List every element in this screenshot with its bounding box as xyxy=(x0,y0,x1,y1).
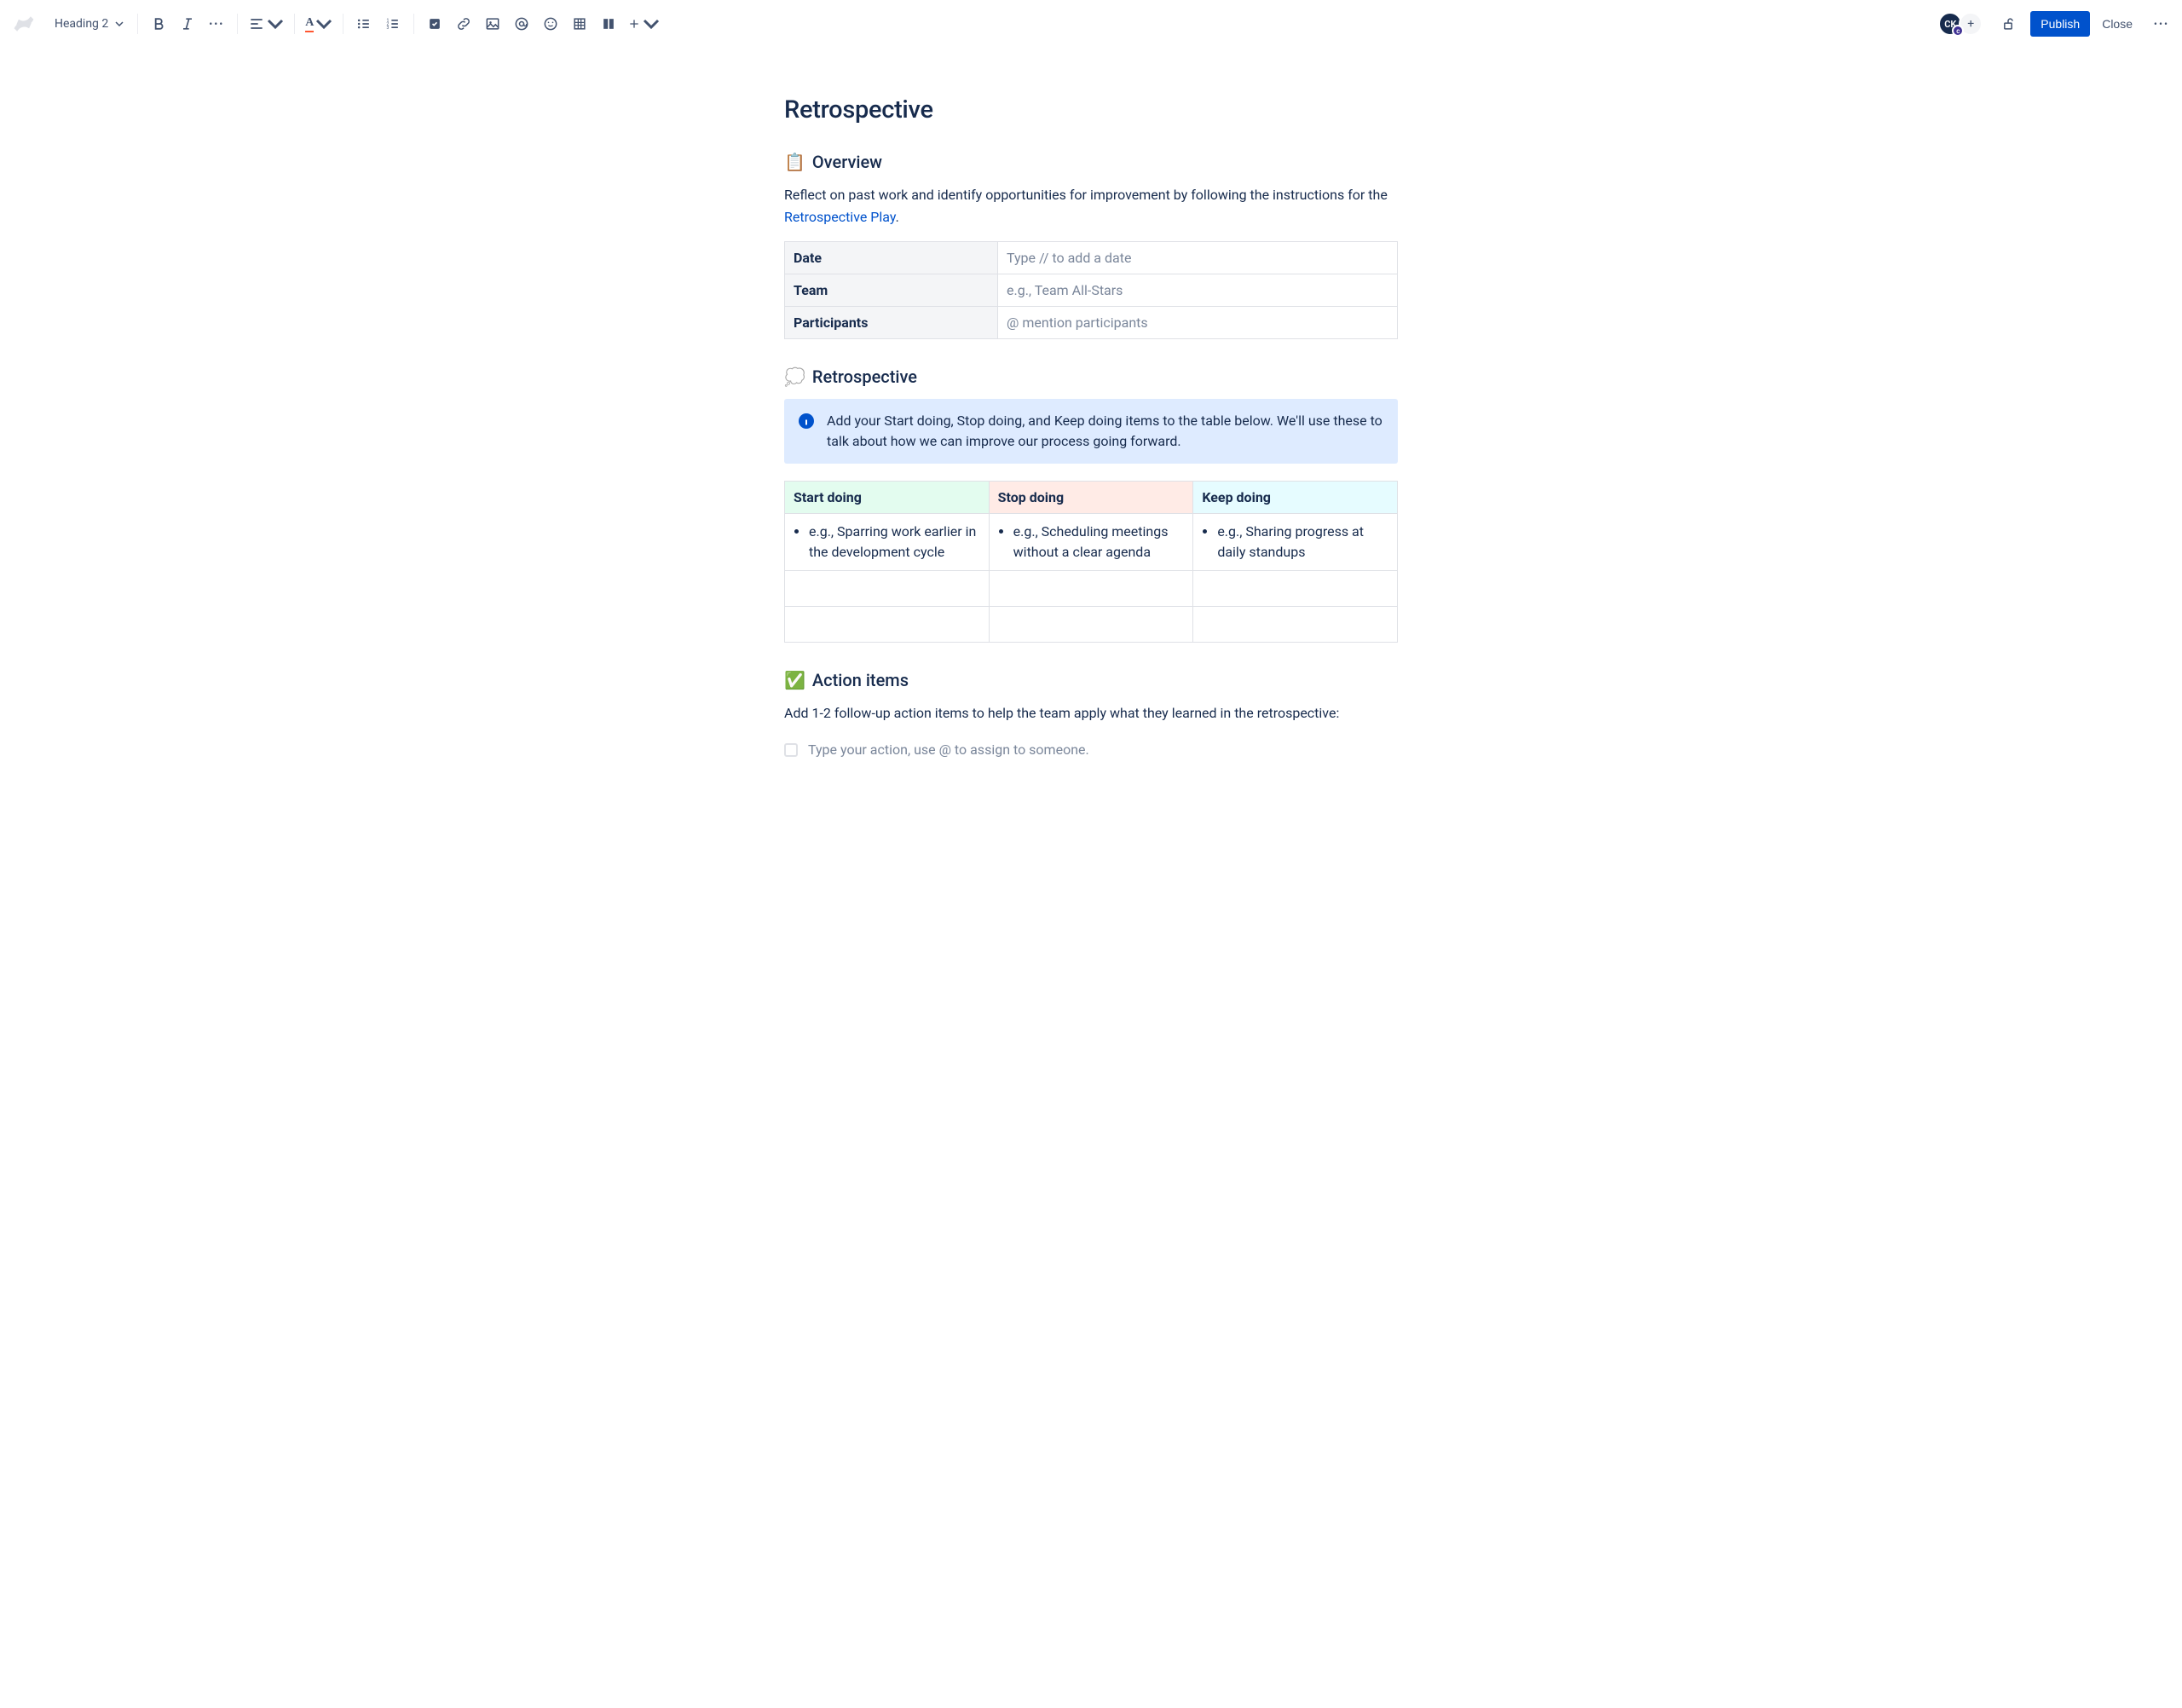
info-panel[interactable]: Add your Start doing, Stop doing, and Ke… xyxy=(784,399,1398,464)
table-row: e.g., Sparring work earlier in the devel… xyxy=(785,514,1398,571)
confluence-logo-icon xyxy=(12,12,36,36)
table-row: Team e.g., Team All-Stars xyxy=(785,274,1398,307)
chevron-down-icon xyxy=(267,15,284,32)
collaborators: CK c + xyxy=(1938,12,1983,36)
table-button[interactable] xyxy=(566,10,593,38)
table-row: Date Type // to add a date xyxy=(785,242,1398,274)
link-button[interactable] xyxy=(450,10,477,38)
separator xyxy=(413,14,414,34)
info-icon xyxy=(798,413,815,430)
more-actions-button[interactable]: ••• xyxy=(2148,10,2175,38)
overview-heading-text: Overview xyxy=(812,152,882,172)
action-items-description[interactable]: Add 1-2 follow-up action items to help t… xyxy=(784,702,1398,724)
keep-doing-cell[interactable]: e.g., Sharing progress at daily standups xyxy=(1193,514,1398,571)
action-checkbox[interactable] xyxy=(784,743,798,757)
start-doing-header[interactable]: Start doing xyxy=(785,482,990,514)
avatar-badge: c xyxy=(1952,25,1964,37)
action-items-heading-text: Action items xyxy=(812,670,909,690)
info-panel-text: Add your Start doing, Stop doing, and Ke… xyxy=(827,411,1384,452)
overview-heading[interactable]: 📋 Overview xyxy=(784,152,1398,172)
insert-dropdown[interactable] xyxy=(624,10,663,38)
layouts-button[interactable] xyxy=(595,10,622,38)
action-item-row[interactable]: Type your action, use @ to assign to som… xyxy=(784,741,1398,758)
date-value[interactable]: Type // to add a date xyxy=(998,242,1398,274)
align-dropdown[interactable] xyxy=(245,10,287,38)
more-formatting-button[interactable]: ••• xyxy=(203,10,230,38)
mention-button[interactable] xyxy=(508,10,535,38)
stop-doing-cell[interactable]: e.g., Scheduling meetings without a clea… xyxy=(989,514,1193,571)
separator xyxy=(237,14,238,34)
restrictions-button[interactable] xyxy=(1994,10,2022,38)
participants-label[interactable]: Participants xyxy=(785,307,998,339)
bold-button[interactable] xyxy=(145,10,172,38)
keep-doing-header[interactable]: Keep doing xyxy=(1193,482,1398,514)
chevron-down-icon xyxy=(115,20,124,28)
bullet-list-button[interactable] xyxy=(350,10,378,38)
overview-table[interactable]: Date Type // to add a date Team e.g., Te… xyxy=(784,241,1398,339)
separator xyxy=(137,14,138,34)
action-placeholder[interactable]: Type your action, use @ to assign to som… xyxy=(808,741,1089,758)
close-button[interactable]: Close xyxy=(2092,11,2143,37)
publish-button[interactable]: Publish xyxy=(2030,11,2090,37)
dots-icon: ••• xyxy=(2154,18,2169,30)
clipboard-icon: 📋 xyxy=(784,152,805,172)
emoji-button[interactable] xyxy=(537,10,564,38)
chevron-down-icon xyxy=(315,15,332,32)
stop-doing-header[interactable]: Stop doing xyxy=(989,482,1193,514)
thought-bubble-icon: 💭 xyxy=(784,366,805,387)
separator xyxy=(294,14,295,34)
date-label[interactable]: Date xyxy=(785,242,998,274)
start-doing-cell[interactable]: e.g., Sparring work earlier in the devel… xyxy=(785,514,990,571)
editor-content[interactable]: Retrospective 📋 Overview Reflect on past… xyxy=(767,48,1415,809)
text-color-dropdown[interactable]: A xyxy=(302,10,336,38)
retrospective-table[interactable]: Start doing Stop doing Keep doing e.g., … xyxy=(784,481,1398,643)
table-row: Participants @ mention participants xyxy=(785,307,1398,339)
action-items-heading[interactable]: ✅ Action items xyxy=(784,670,1398,690)
action-item-button[interactable] xyxy=(421,10,448,38)
svg-text:3: 3 xyxy=(387,26,390,31)
editor-toolbar: Heading 2 ••• A 123 CK c + Publish Close… xyxy=(0,0,2182,48)
retrospective-play-link[interactable]: Retrospective Play xyxy=(784,209,896,225)
table-row xyxy=(785,571,1398,607)
participants-value[interactable]: @ mention participants xyxy=(998,307,1398,339)
checkmark-icon: ✅ xyxy=(784,670,805,690)
table-row xyxy=(785,607,1398,643)
text-style-dropdown[interactable]: Heading 2 xyxy=(48,14,130,34)
numbered-list-button[interactable]: 123 xyxy=(379,10,407,38)
retrospective-heading-text: Retrospective xyxy=(812,366,917,387)
page-title[interactable]: Retrospective xyxy=(784,95,1398,124)
team-value[interactable]: e.g., Team All-Stars xyxy=(998,274,1398,307)
chevron-down-icon xyxy=(643,15,660,32)
overview-paragraph[interactable]: Reflect on past work and identify opport… xyxy=(784,184,1398,228)
team-label[interactable]: Team xyxy=(785,274,998,307)
retrospective-heading[interactable]: 💭 Retrospective xyxy=(784,366,1398,387)
image-button[interactable] xyxy=(479,10,506,38)
dots-icon: ••• xyxy=(209,18,224,30)
text-color-icon: A xyxy=(305,16,314,32)
italic-button[interactable] xyxy=(174,10,201,38)
text-style-label: Heading 2 xyxy=(55,17,108,31)
